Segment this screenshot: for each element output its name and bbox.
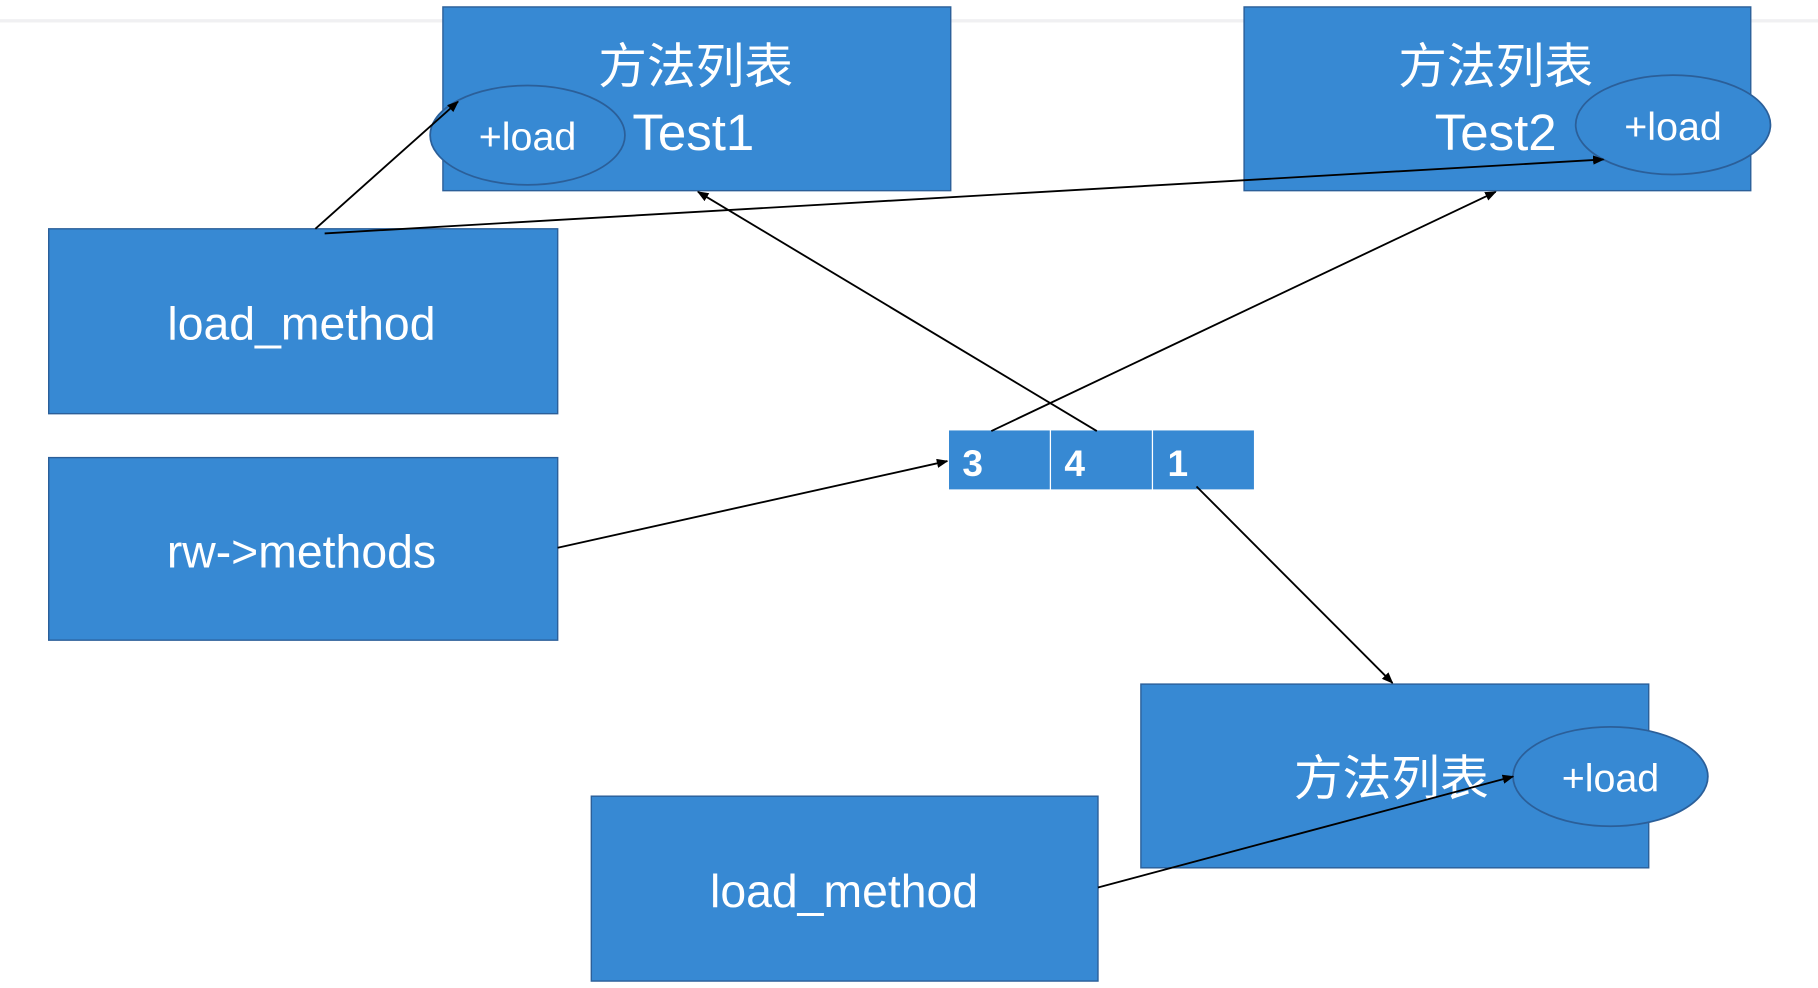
third-load-label: +load	[1562, 757, 1660, 801]
rw-methods-box: rw->methods	[48, 456, 559, 641]
test1-name: Test1	[632, 104, 754, 161]
third-method-list-box: 方法列表 +load	[1140, 683, 1709, 869]
array-cell-label: 1	[1168, 442, 1189, 484]
test2-title: 方法列表	[1398, 39, 1593, 95]
arrow-rw-methods-to-array	[557, 458, 949, 549]
diagram: 方法列表 Test1 +load 方法列表 Test2 +load load_m…	[0, 6, 1818, 982]
array-cell-label: 4	[1064, 442, 1085, 484]
test2-load-label: +load	[1624, 105, 1722, 149]
test1-title: 方法列表	[598, 39, 793, 95]
load-method-bottom-box: load_method	[590, 795, 1099, 982]
arrow-cell3-to-test2	[990, 190, 1497, 432]
third-title: 方法列表	[1294, 751, 1489, 807]
load-method-top-box: load_method	[48, 228, 559, 415]
arrow-load-method-to-test1-load	[314, 100, 459, 230]
test1-method-list-box: 方法列表 Test1 +load	[429, 6, 952, 192]
arrow-cell1-to-third	[1195, 485, 1394, 684]
rw-methods-label: rw->methods	[167, 525, 436, 577]
arrow-cell4-to-test1	[696, 191, 1098, 432]
method-array: 3 4 1	[947, 429, 1256, 491]
test2-name: Test2	[1435, 104, 1557, 161]
test1-load-label: +load	[479, 115, 577, 159]
test2-method-list-box: 方法列表 Test2 +load	[1243, 6, 1772, 192]
load-method-top-label: load_method	[167, 298, 435, 350]
array-cell-label: 3	[962, 442, 983, 484]
load-method-bottom-label: load_method	[710, 865, 978, 917]
